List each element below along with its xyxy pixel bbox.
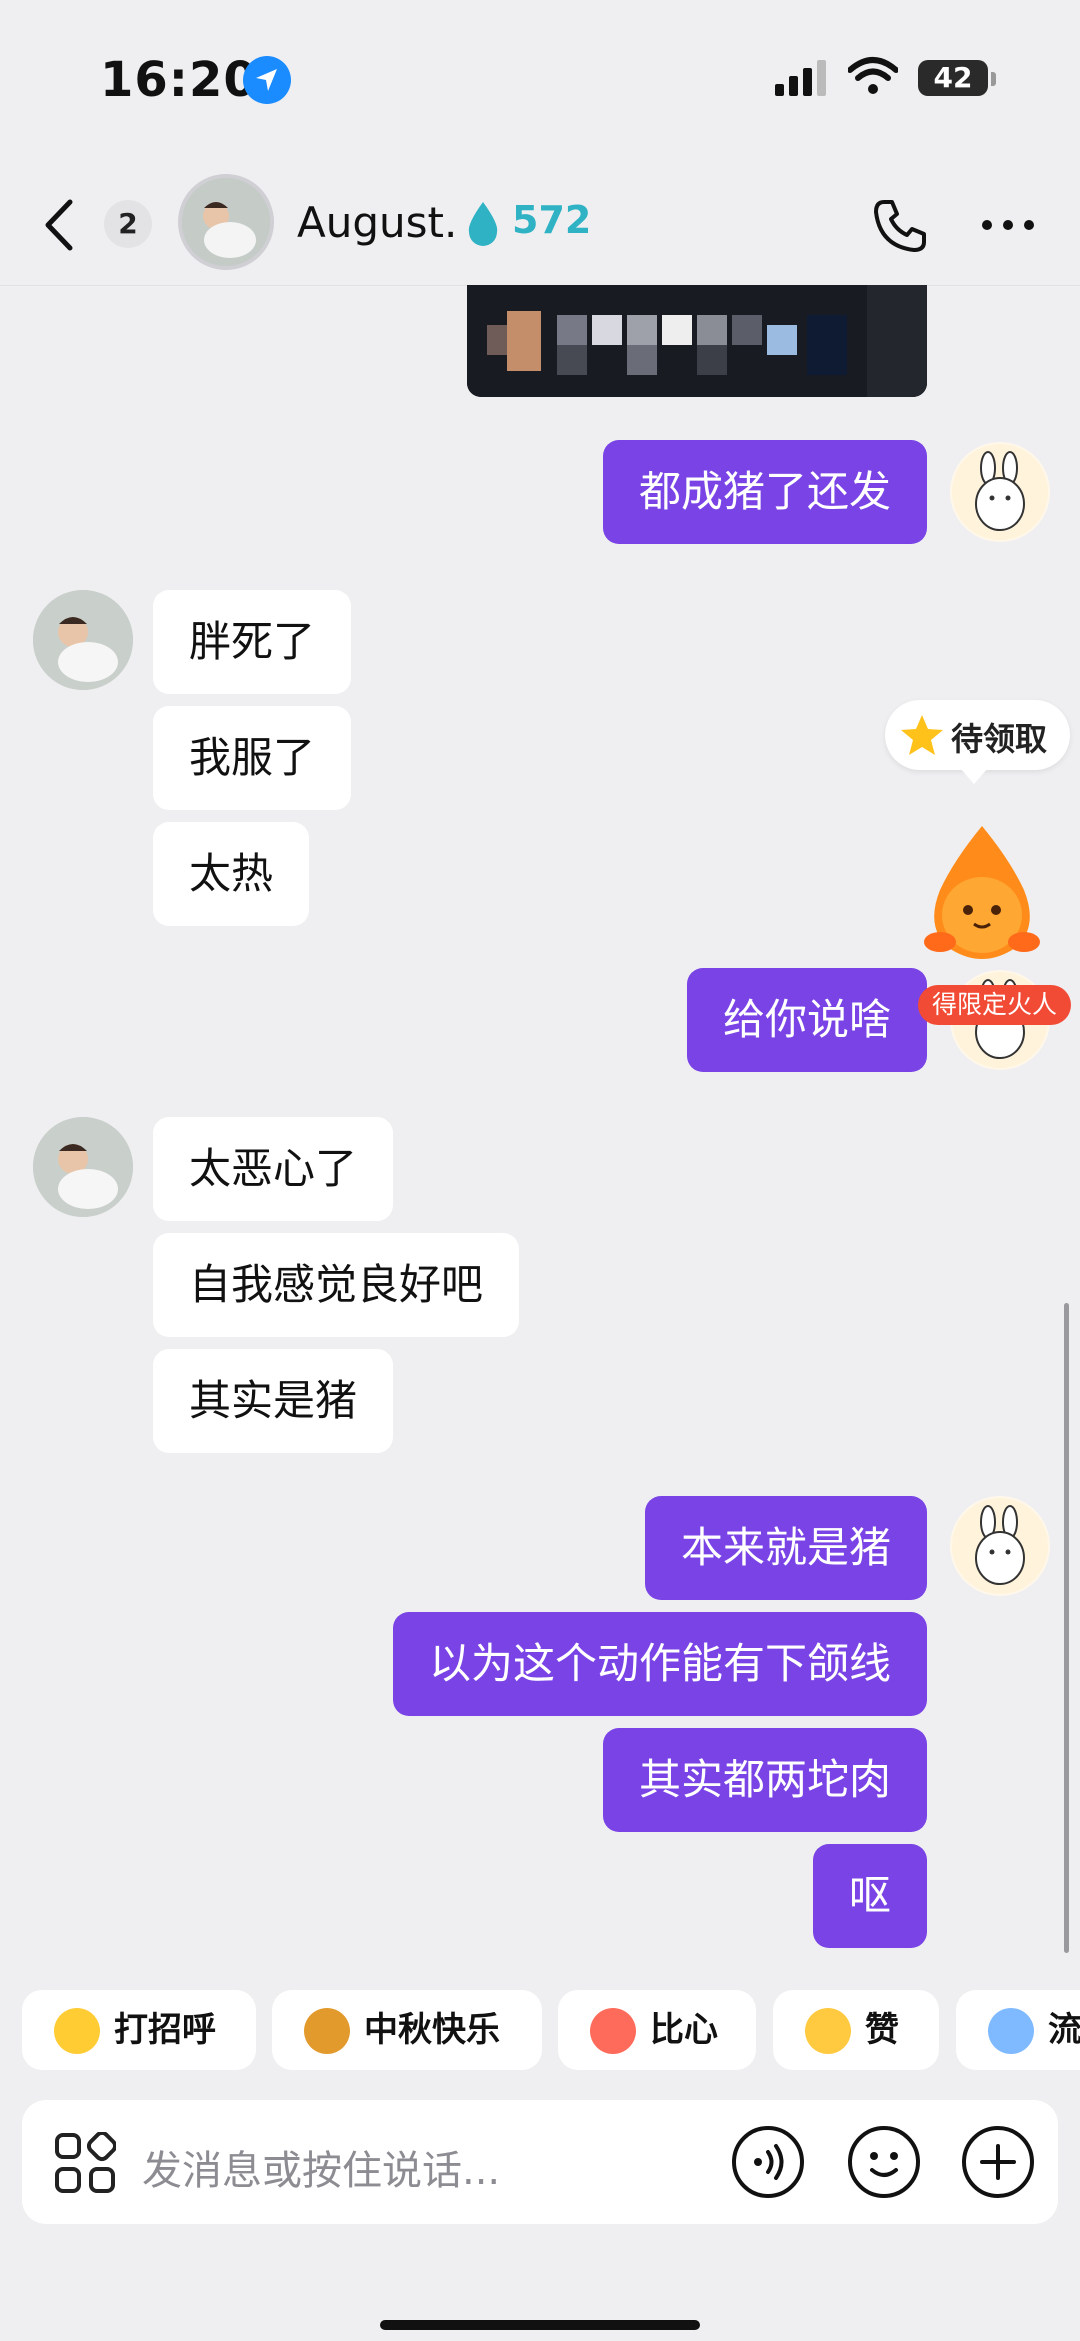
status-bar: 16:20 42 bbox=[0, 0, 1080, 150]
spark-count: 572 bbox=[512, 198, 592, 242]
message-input[interactable]: 发消息或按住说话... bbox=[142, 2138, 500, 2196]
phone-icon[interactable] bbox=[870, 196, 930, 256]
wave-emoji-icon bbox=[54, 2008, 100, 2054]
message-bubble-incoming[interactable]: 我服了 bbox=[153, 706, 352, 810]
quick-reply-chip[interactable]: 流 bbox=[956, 1990, 1080, 2070]
quick-reply-label: 比心 bbox=[650, 2010, 718, 2050]
message-bubble-outgoing[interactable]: 给你说啥 bbox=[686, 968, 927, 1072]
image-message[interactable] bbox=[467, 285, 927, 397]
emoji-icon[interactable] bbox=[844, 2122, 924, 2202]
quick-reply-label: 打招呼 bbox=[114, 2010, 216, 2050]
wifi-icon bbox=[848, 57, 898, 94]
chat-header: 2 August. 572 bbox=[0, 170, 1080, 286]
location-arrow-icon bbox=[243, 56, 291, 104]
quick-reply-bar: 打招呼 中秋快乐 比心 赞 流 bbox=[0, 1990, 1080, 2074]
home-indicator bbox=[380, 2320, 700, 2330]
quick-reply-chip[interactable]: 中秋快乐 bbox=[272, 1990, 542, 2070]
mooncake-icon bbox=[304, 2008, 350, 2054]
chat-scrollbar[interactable] bbox=[1064, 1303, 1069, 1953]
heart-hands-icon bbox=[590, 2008, 636, 2054]
quick-reply-label: 中秋快乐 bbox=[364, 2010, 500, 2050]
fire-mascot-icon[interactable] bbox=[912, 820, 1052, 970]
message-input-bar: 发消息或按住说话... bbox=[22, 2100, 1058, 2224]
mascot-reward-label[interactable]: 得限定火人 bbox=[918, 985, 1072, 1025]
message-bubble-outgoing[interactable]: 本来就是猪 bbox=[644, 1496, 927, 1600]
quick-reply-label: 赞 bbox=[865, 2010, 899, 2050]
status-time: 16:20 bbox=[100, 52, 258, 108]
message-bubble-incoming[interactable]: 自我感觉良好吧 bbox=[153, 1233, 520, 1337]
apps-grid-icon[interactable] bbox=[54, 2132, 116, 2194]
contact-name[interactable]: August. bbox=[297, 198, 457, 247]
message-bubble-incoming[interactable]: 其实是猪 bbox=[153, 1349, 394, 1453]
unread-count-badge: 2 bbox=[104, 200, 152, 248]
message-bubble-incoming[interactable]: 胖死了 bbox=[153, 590, 352, 694]
message-bubble-outgoing[interactable]: 其实都两坨肉 bbox=[602, 1728, 927, 1832]
message-bubble-outgoing[interactable]: 都成猪了还发 bbox=[602, 440, 927, 544]
crying-emoji-icon bbox=[988, 2008, 1034, 2054]
my-avatar-bunny[interactable] bbox=[950, 442, 1050, 542]
message-bubble-incoming[interactable]: 太热 bbox=[153, 822, 310, 926]
contact-avatar[interactable] bbox=[178, 174, 274, 270]
more-icon[interactable] bbox=[980, 218, 1036, 232]
plus-icon[interactable] bbox=[958, 2122, 1038, 2202]
my-avatar-bunny[interactable] bbox=[950, 1496, 1050, 1596]
reward-pending-label: 待领取 bbox=[951, 720, 1048, 758]
cellular-signal-icon bbox=[775, 60, 826, 96]
quick-reply-chip[interactable]: 赞 bbox=[773, 1990, 939, 2070]
message-bubble-outgoing[interactable]: 呕 bbox=[812, 1844, 927, 1948]
quick-reply-chip[interactable]: 打招呼 bbox=[22, 1990, 256, 2070]
contact-avatar[interactable] bbox=[33, 590, 133, 690]
message-bubble-outgoing[interactable]: 以为这个动作能有下颌线 bbox=[392, 1612, 927, 1716]
quick-reply-label: 流 bbox=[1048, 2010, 1080, 2050]
thumbs-up-icon bbox=[805, 2008, 851, 2054]
reward-pending-tooltip[interactable]: 待领取 bbox=[885, 700, 1070, 784]
quick-reply-chip[interactable]: 比心 bbox=[558, 1990, 756, 2070]
contact-avatar[interactable] bbox=[33, 1117, 133, 1217]
message-bubble-incoming[interactable]: 太恶心了 bbox=[153, 1117, 394, 1221]
back-chevron-icon[interactable] bbox=[40, 196, 80, 254]
star-icon bbox=[901, 715, 943, 755]
battery-tip bbox=[991, 72, 996, 86]
water-drop-icon bbox=[468, 202, 498, 246]
voice-icon[interactable] bbox=[728, 2122, 808, 2202]
battery-icon: 42 bbox=[918, 60, 988, 96]
